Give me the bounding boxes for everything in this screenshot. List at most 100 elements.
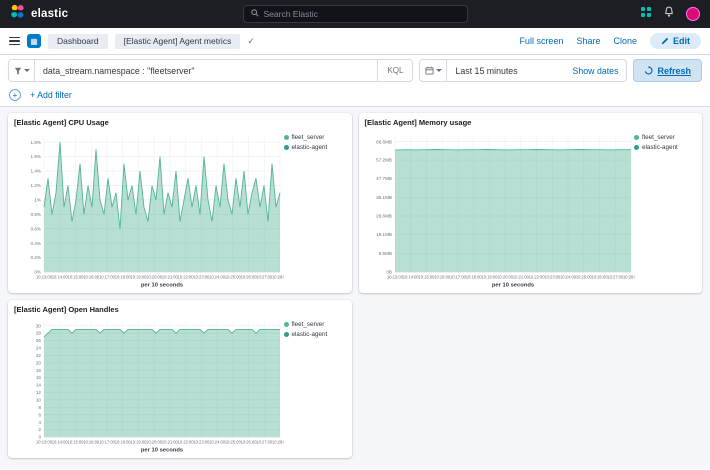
svg-text:10:26:00: 10:26:00 [241, 440, 258, 445]
svg-text:10:24:00: 10:24:00 [560, 275, 577, 280]
date-picker: Last 15 minutes Show dates [419, 59, 627, 82]
refresh-icon [644, 66, 653, 75]
svg-text:12: 12 [36, 390, 42, 395]
svg-text:10:14:00: 10:14:00 [402, 275, 419, 280]
panel-memory-usage: [Elastic Agent] Memory usage 66.6MB57.2M… [359, 113, 703, 293]
svg-text:10:22:00: 10:22:00 [528, 275, 545, 280]
svg-text:22: 22 [36, 353, 42, 358]
user-avatar[interactable] [686, 7, 700, 21]
svg-text:10:19:00: 10:19:00 [130, 440, 147, 445]
filter-bar: + + Add filter [0, 86, 710, 107]
legend-label: elastic-agent [292, 331, 328, 338]
svg-text:0.8%: 0.8% [31, 212, 41, 217]
alerts-icon[interactable] [663, 5, 675, 23]
show-dates-link[interactable]: Show dates [573, 66, 627, 76]
svg-text:per 10 seconds: per 10 seconds [491, 283, 533, 289]
saved-query-menu-button[interactable] [9, 60, 35, 81]
brand[interactable]: elastic [10, 4, 180, 24]
edit-button-label: Edit [673, 36, 690, 46]
memory-usage-chart[interactable]: 66.6MB57.2MB47.7MB38.1MB28.6MB19.1MB9.5M… [365, 129, 635, 290]
svg-text:1.4%: 1.4% [31, 169, 41, 174]
cloud-icon[interactable] [640, 5, 652, 23]
svg-text:10:16:00: 10:16:00 [434, 275, 451, 280]
svg-text:9.5MB: 9.5MB [378, 251, 391, 256]
filter-icon [14, 67, 22, 75]
svg-text:28.6MB: 28.6MB [376, 214, 392, 219]
svg-text:10:16:00: 10:16:00 [83, 275, 100, 280]
svg-text:10:28:00: 10:28:00 [272, 275, 284, 280]
chart-legend: fleet_server elastic-agent [634, 129, 696, 290]
svg-text:10:20:00: 10:20:00 [146, 440, 163, 445]
svg-text:2: 2 [38, 427, 41, 432]
search-icon [251, 9, 259, 19]
svg-text:0.2%: 0.2% [31, 255, 41, 260]
svg-text:10:21:00: 10:21:00 [512, 275, 529, 280]
panel-title[interactable]: [Elastic Agent] CPU Usage [14, 118, 346, 129]
svg-text:10:27:00: 10:27:00 [256, 440, 273, 445]
svg-text:24: 24 [36, 346, 42, 351]
global-header: elastic Search Elastic [0, 0, 710, 28]
svg-text:10:14:00: 10:14:00 [52, 275, 69, 280]
legend-dot-icon [634, 145, 639, 150]
open-handles-chart[interactable]: 30282624222018161412108642010:13:0010:14… [14, 316, 284, 455]
svg-text:10:13:00: 10:13:00 [36, 275, 53, 280]
panel-cpu-usage: [Elastic Agent] CPU Usage 1.8%1.6%1.4%1.… [8, 113, 352, 293]
menu-icon[interactable] [9, 37, 20, 46]
cpu-usage-chart[interactable]: 1.8%1.6%1.4%1.2%1%0.8%0.6%0.4%0.2%0%10:1… [14, 129, 284, 290]
svg-text:10:17:00: 10:17:00 [99, 275, 116, 280]
svg-text:10:20:00: 10:20:00 [146, 275, 163, 280]
query-language-badge[interactable]: KQL [377, 60, 412, 81]
svg-text:10:19:00: 10:19:00 [481, 275, 498, 280]
svg-text:10:22:00: 10:22:00 [178, 440, 195, 445]
svg-text:10:18:00: 10:18:00 [115, 275, 132, 280]
query-text[interactable]: data_stream.namespace : "fleetserver" [35, 66, 202, 76]
svg-text:0.6%: 0.6% [31, 226, 41, 231]
clone-button[interactable]: Clone [613, 36, 637, 46]
panel-open-handles: [Elastic Agent] Open Handles 30282624222… [8, 300, 352, 458]
svg-text:10:13:00: 10:13:00 [387, 275, 404, 280]
calendar-icon [425, 66, 434, 75]
edit-button[interactable]: Edit [650, 33, 701, 49]
svg-text:10:14:00: 10:14:00 [52, 440, 69, 445]
share-button[interactable]: Share [576, 36, 600, 46]
add-filter-link[interactable]: + Add filter [30, 90, 72, 100]
kql-query-input[interactable]: data_stream.namespace : "fleetserver" KQ… [8, 59, 413, 82]
svg-text:10:18:00: 10:18:00 [465, 275, 482, 280]
svg-text:10:15:00: 10:15:00 [67, 275, 84, 280]
full-screen-button[interactable]: Full screen [519, 36, 563, 46]
breadcrumb-current: [Elastic Agent] Agent metrics [115, 34, 241, 49]
refresh-button-label: Refresh [657, 66, 691, 76]
legend-dot-icon [284, 145, 289, 150]
svg-text:10:24:00: 10:24:00 [209, 440, 226, 445]
svg-text:18: 18 [36, 368, 42, 373]
refresh-button[interactable]: Refresh [633, 59, 702, 82]
filter-options-icon[interactable]: + [9, 89, 21, 101]
legend-item[interactable]: elastic-agent [284, 331, 346, 338]
legend-dot-icon [284, 135, 289, 140]
svg-text:10:13:00: 10:13:00 [36, 440, 53, 445]
svg-text:10:25:00: 10:25:00 [575, 275, 592, 280]
breadcrumb-dashboard[interactable]: Dashboard [48, 34, 108, 49]
global-search-input[interactable]: Search Elastic [243, 5, 468, 23]
svg-text:20: 20 [36, 360, 42, 365]
calendar-menu-button[interactable] [420, 60, 447, 81]
panel-title[interactable]: [Elastic Agent] Memory usage [365, 118, 697, 129]
legend-dot-icon [284, 322, 289, 327]
svg-text:10:25:00: 10:25:00 [225, 440, 242, 445]
legend-label: elastic-agent [642, 144, 678, 151]
legend-item[interactable]: fleet_server [634, 134, 696, 141]
panel-title[interactable]: [Elastic Agent] Open Handles [14, 305, 346, 316]
search-placeholder: Search Elastic [264, 9, 318, 19]
legend-label: fleet_server [292, 134, 325, 141]
svg-text:57.2MB: 57.2MB [376, 158, 392, 163]
time-range-label[interactable]: Last 15 minutes [447, 66, 572, 76]
legend-item[interactable]: fleet_server [284, 134, 346, 141]
legend-item[interactable]: elastic-agent [284, 144, 346, 151]
svg-text:10:22:00: 10:22:00 [178, 275, 195, 280]
svg-text:10:26:00: 10:26:00 [241, 275, 258, 280]
legend-item[interactable]: fleet_server [284, 321, 346, 328]
svg-text:8: 8 [38, 405, 41, 410]
legend-item[interactable]: elastic-agent [634, 144, 696, 151]
svg-text:10:21:00: 10:21:00 [162, 275, 179, 280]
svg-text:10:15:00: 10:15:00 [418, 275, 435, 280]
